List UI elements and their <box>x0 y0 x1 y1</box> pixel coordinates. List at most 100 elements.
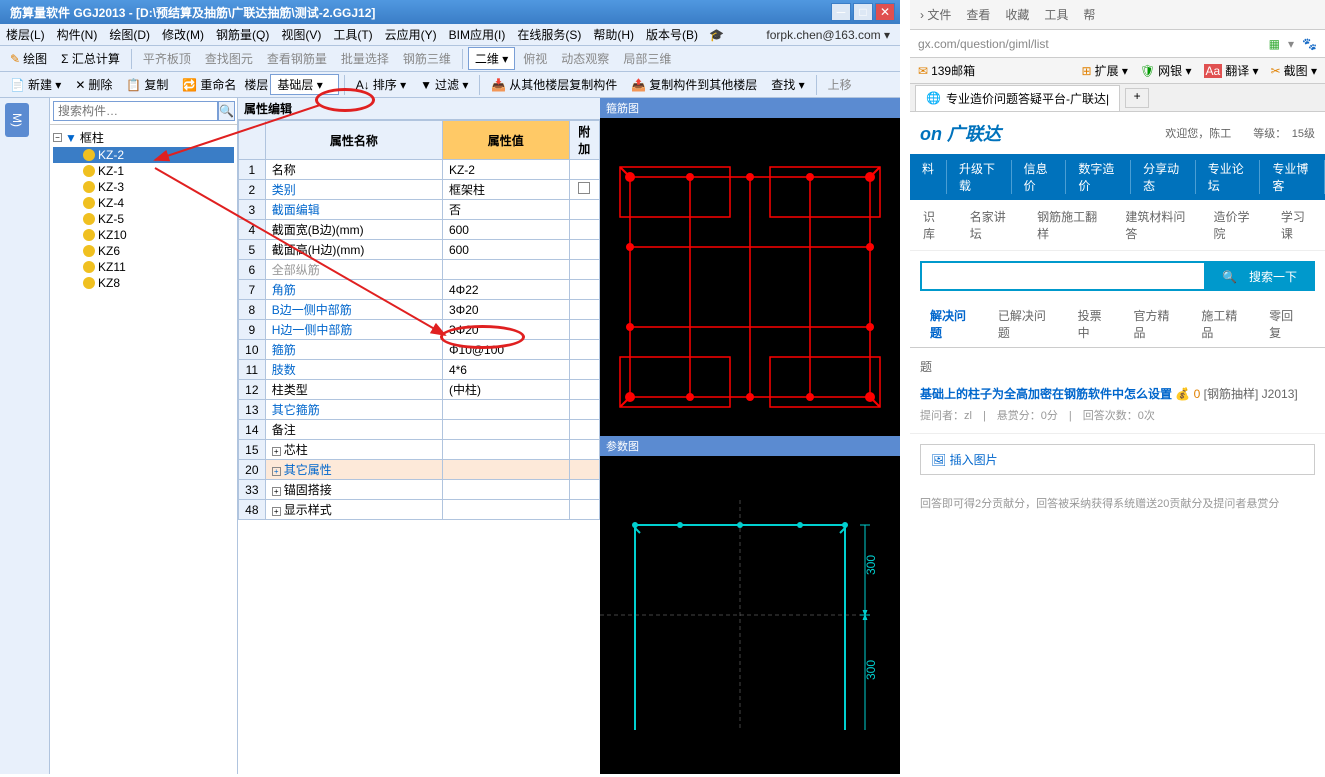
user-email[interactable]: forpk.chen@163.com ▾ <box>766 28 900 42</box>
tool-top-view[interactable]: 俯视 <box>517 48 553 69</box>
prop-group-15[interactable]: 15+芯柱 <box>239 440 600 460</box>
tool-rebar-3d[interactable]: 钢筋三维 <box>397 48 457 69</box>
tool-sum[interactable]: Σ 汇总计算 <box>55 48 126 69</box>
prop-row-11[interactable]: 11肢数4*6 <box>239 360 600 380</box>
web-search-input[interactable] <box>920 261 1204 291</box>
menu-help[interactable]: 帮助(H) <box>587 26 640 43</box>
web-subnav-5[interactable]: 学习课 <box>1268 208 1325 242</box>
tool-copy[interactable]: 📋 复制 <box>120 74 174 95</box>
web-tab-0[interactable]: 解决问题 <box>920 301 988 347</box>
search-button[interactable]: 🔍 <box>218 101 235 121</box>
menu-rebar[interactable]: 钢筋量(Q) <box>210 26 275 43</box>
tree-item-KZ11[interactable]: KZ11 <box>53 259 234 275</box>
tool-copy-to-floor[interactable]: 📤 复制构件到其他楼层 <box>625 74 763 95</box>
prop-group-33[interactable]: 33+锚固搭接 <box>239 480 600 500</box>
tool-filter[interactable]: ▼ 过滤 ▾ <box>414 74 474 95</box>
web-search-button[interactable]: 🔍 搜索一下 <box>1204 261 1315 291</box>
menu-component[interactable]: 构件(N) <box>51 26 104 43</box>
tool-search[interactable]: 查找 ▾ <box>765 74 810 95</box>
ext-translate[interactable]: Aa 翻译 ▾ <box>1204 62 1259 79</box>
prop-group-20[interactable]: 20+其它属性 <box>239 460 600 480</box>
prop-row-14[interactable]: 14备注 <box>239 420 600 440</box>
web-subnav-2[interactable]: 钢筋施工翻样 <box>1024 208 1112 242</box>
web-tab-4[interactable]: 施工精品 <box>1191 301 1259 347</box>
tool-batch-select[interactable]: 批量选择 <box>335 48 395 69</box>
tool-move-up[interactable]: 上移 <box>822 74 858 95</box>
tree-root[interactable]: − ▼ 框柱 <box>53 128 234 147</box>
tree-item-KZ-3[interactable]: KZ-3 <box>53 179 234 195</box>
tool-local-3d[interactable]: 局部三维 <box>617 48 677 69</box>
browser-tab-add[interactable]: + <box>1125 88 1149 108</box>
ext-screenshot[interactable]: ✂ 截图 ▾ <box>1271 62 1317 79</box>
ext-extension[interactable]: ⊞ 扩展 ▾ <box>1082 62 1128 79</box>
tool-delete[interactable]: ✕ 删除 <box>69 74 118 95</box>
web-nav-3[interactable]: 数字造价 <box>1066 160 1131 194</box>
menu-cloud[interactable]: 云应用(Y) <box>379 26 443 43</box>
tool-rename[interactable]: 🔁 重命名 <box>176 74 242 95</box>
maximize-button[interactable]: □ <box>853 3 873 21</box>
browser-menu-tools[interactable]: 工具 <box>1044 6 1068 23</box>
prop-row-7[interactable]: 7角筋4Φ22 <box>239 280 600 300</box>
tool-draw[interactable]: ✎ 绘图 <box>4 48 53 69</box>
chevron-down-icon[interactable]: ▾ <box>1288 37 1294 51</box>
prop-row-10[interactable]: 10箍筋Φ10@100 <box>239 340 600 360</box>
prop-row-4[interactable]: 4截面宽(B边)(mm)600 <box>239 220 600 240</box>
sidebar-tab-module[interactable]: M) <box>5 103 29 137</box>
prop-row-1[interactable]: 1名称KZ-2 <box>239 160 600 180</box>
prop-row-5[interactable]: 5截面高(H边)(mm)600 <box>239 240 600 260</box>
ext-139mail[interactable]: ✉ 139邮箱 <box>918 62 975 79</box>
web-tab-1[interactable]: 已解决问题 <box>988 301 1068 347</box>
insert-image-button[interactable]: 🖼 插入图片 <box>920 444 1315 475</box>
browser-menu-file[interactable]: › 文件 <box>920 6 951 23</box>
tree-item-KZ-1[interactable]: KZ-1 <box>53 163 234 179</box>
tree-item-KZ6[interactable]: KZ6 <box>53 243 234 259</box>
tool-align-top[interactable]: 平齐板顶 <box>137 48 197 69</box>
tool-sort[interactable]: A↓ 排序 ▾ <box>350 74 412 95</box>
web-subnav-0[interactable]: 识库 <box>910 208 957 242</box>
web-subnav-3[interactable]: 建筑材料问答 <box>1112 208 1200 242</box>
prop-row-9[interactable]: 9H边一侧中部筋3Φ20 <box>239 320 600 340</box>
view-2d-dropdown[interactable]: 二维 ▾ <box>468 47 515 70</box>
web-nav-5[interactable]: 专业论坛 <box>1196 160 1261 194</box>
web-nav-6[interactable]: 专业博客 <box>1260 160 1325 194</box>
web-subnav-4[interactable]: 造价学院 <box>1200 208 1267 242</box>
tree-item-KZ10[interactable]: KZ10 <box>53 227 234 243</box>
browser-menu-help[interactable]: 帮 <box>1083 6 1095 23</box>
web-nav-2[interactable]: 信息价 <box>1012 160 1067 194</box>
prop-row-2[interactable]: 2类别框架柱 <box>239 180 600 200</box>
prop-row-8[interactable]: 8B边一侧中部筋3Φ20 <box>239 300 600 320</box>
prop-row-12[interactable]: 12柱类型(中柱) <box>239 380 600 400</box>
prop-group-48[interactable]: 48+显示样式 <box>239 500 600 520</box>
menu-bim[interactable]: BIM应用(I) <box>443 26 512 43</box>
browser-menu-fav[interactable]: 收藏 <box>1005 6 1029 23</box>
browser-tab[interactable]: 🌐 专业造价问题答疑平台-广联达| <box>915 85 1120 111</box>
prop-row-13[interactable]: 13其它箍筋 <box>239 400 600 420</box>
web-tab-3[interactable]: 官方精品 <box>1123 301 1191 347</box>
menu-modify[interactable]: 修改(M) <box>156 26 210 43</box>
menu-online[interactable]: 在线服务(S) <box>511 26 587 43</box>
paw-icon[interactable]: 🐾 <box>1302 37 1317 51</box>
tree-item-KZ-5[interactable]: KZ-5 <box>53 211 234 227</box>
menu-version[interactable]: 版本号(B) <box>640 26 704 43</box>
web-tab-5[interactable]: 零回复 <box>1259 301 1315 347</box>
tree-item-KZ-2[interactable]: KZ-2 <box>53 147 234 163</box>
tool-view-rebar[interactable]: 查看钢筋量 <box>261 48 333 69</box>
prop-row-3[interactable]: 3截面编辑否 <box>239 200 600 220</box>
web-nav-4[interactable]: 分享动态 <box>1131 160 1196 194</box>
floor-dropdown[interactable]: 基础层 ▾ <box>270 74 338 95</box>
web-nav-0[interactable]: 料 <box>910 160 947 194</box>
web-subnav-1[interactable]: 名家讲坛 <box>957 208 1024 242</box>
browser-menu-view[interactable]: 查看 <box>966 6 990 23</box>
menu-tools[interactable]: 工具(T) <box>327 26 378 43</box>
web-nav-1[interactable]: 升级下载 <box>947 160 1012 194</box>
menu-drawing[interactable]: 绘图(D) <box>103 26 156 43</box>
tree-item-KZ-4[interactable]: KZ-4 <box>53 195 234 211</box>
search-input[interactable] <box>53 101 218 121</box>
menu-view[interactable]: 视图(V) <box>275 26 327 43</box>
question-title[interactable]: 基础上的柱子为全高加密在钢筋软件中怎么设置 💰 0 [钢筋抽样] J2013] <box>920 385 1315 402</box>
prop-row-6[interactable]: 6全部纵筋 <box>239 260 600 280</box>
minimize-button[interactable]: ─ <box>831 3 851 21</box>
close-button[interactable]: ✕ <box>875 3 895 21</box>
ext-bank[interactable]: 🛡 网银 ▾ <box>1140 62 1192 79</box>
menu-floor[interactable]: 楼层(L) <box>0 26 51 43</box>
